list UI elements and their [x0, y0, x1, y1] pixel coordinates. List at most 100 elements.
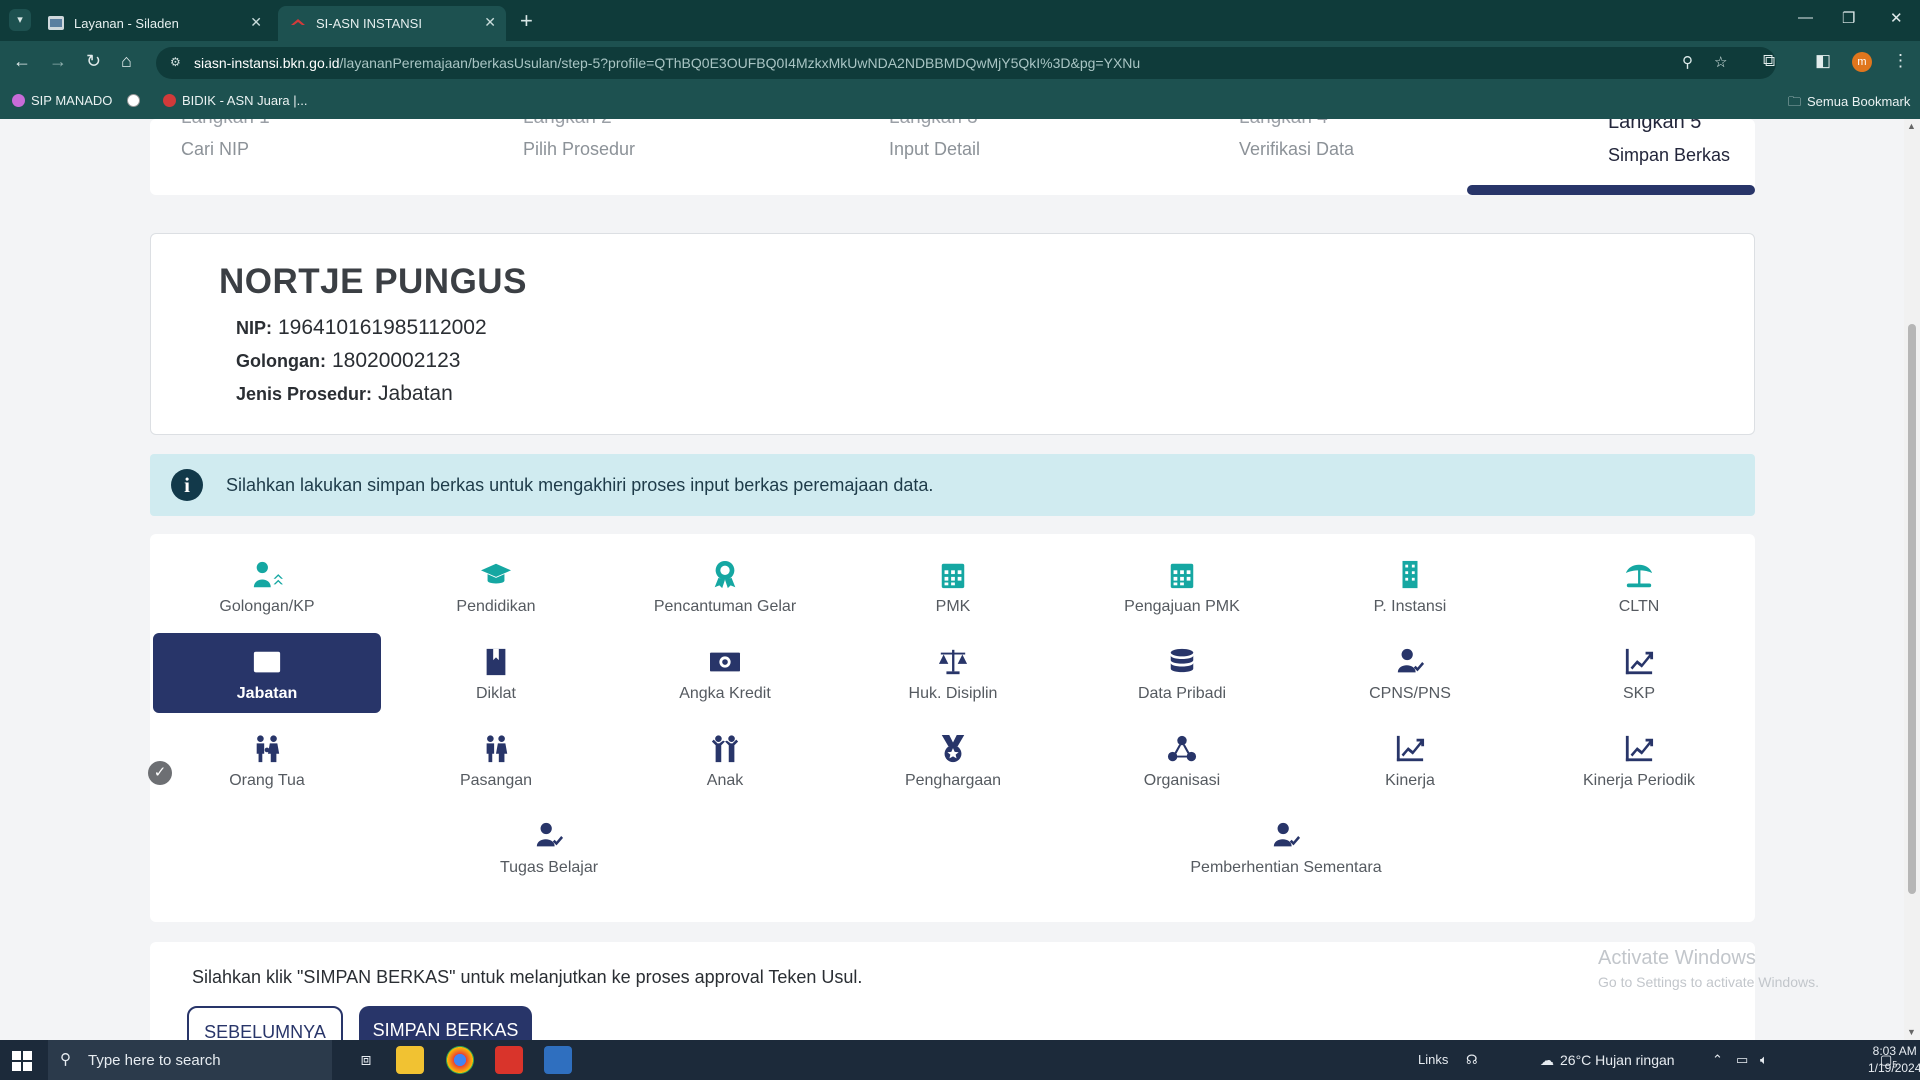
menu-kebab-icon[interactable]: ⋮: [1892, 51, 1909, 71]
new-tab-icon[interactable]: +: [520, 8, 533, 34]
category-pengajuan-pmk[interactable]: Pengajuan PMK: [1068, 546, 1296, 626]
people-icon[interactable]: ☊: [1466, 1052, 1478, 1068]
globe-bookmark-icon[interactable]: [127, 93, 146, 108]
medal-icon: [839, 734, 1067, 764]
category-pmk[interactable]: PMK: [839, 546, 1067, 626]
category-orang-tua[interactable]: Orang Tua: [153, 720, 381, 800]
category-label: Pemberhentian Sementara: [1190, 859, 1382, 876]
category-tugas-belajar[interactable]: Tugas Belajar: [435, 807, 663, 887]
cloud-icon: ☁: [1540, 1052, 1554, 1068]
tab-layanan-siladen[interactable]: Layanan - Siladen ✕: [36, 6, 272, 41]
profile-avatar[interactable]: m: [1852, 52, 1872, 72]
calendar-icon: [839, 560, 1067, 590]
category-label: Data Pribadi: [1137, 685, 1227, 702]
previous-button[interactable]: SEBELUMNYA: [187, 1006, 343, 1040]
network-icon[interactable]: ▭: [1736, 1052, 1748, 1068]
couple-icon: [382, 734, 610, 764]
prosedur-row: Jenis Prosedur: Jabatan: [236, 382, 453, 405]
all-bookmarks-folder[interactable]: 🗀 Semua Bookmark: [1788, 93, 1910, 115]
category-label: Kinerja: [1385, 772, 1435, 789]
tray-chevron-icon[interactable]: ⌃: [1712, 1052, 1723, 1068]
links-toolbar[interactable]: Links: [1418, 1052, 1448, 1067]
category-label: P. Instansi: [1373, 598, 1447, 615]
category-label: Organisasi: [1143, 772, 1221, 789]
close-tab-icon[interactable]: ✕: [484, 14, 496, 31]
forward-icon[interactable]: →: [49, 51, 67, 72]
category-label: Pengajuan PMK: [1124, 598, 1240, 615]
category-angka-kredit[interactable]: Angka Kredit: [611, 633, 839, 713]
category-label: Huk. Disiplin: [908, 685, 998, 702]
category-cpns-pns[interactable]: CPNS/PNS: [1296, 633, 1524, 713]
children-icon: [611, 734, 839, 764]
extensions-icon[interactable]: ⧉: [1763, 51, 1775, 71]
minimize-icon[interactable]: —: [1798, 9, 1813, 26]
category-label: Pencantuman Gelar: [653, 598, 797, 615]
category-label: Pasangan: [459, 772, 533, 789]
category-label: Angka Kredit: [679, 685, 771, 702]
category-diklat[interactable]: Diklat: [382, 633, 610, 713]
address-bar[interactable]: ⚙ siasn-instansi.bkn.go.id/layananPerema…: [156, 47, 1776, 79]
category-data-pribadi[interactable]: Data Pribadi: [1068, 633, 1296, 713]
category-pencantuman-gelar[interactable]: Pencantuman Gelar: [611, 546, 839, 626]
category-penghargaan[interactable]: Penghargaan: [839, 720, 1067, 800]
category-label: Diklat: [475, 685, 516, 702]
task-view-icon[interactable]: ⧈: [352, 1046, 380, 1074]
chrome-taskbar-icon[interactable]: [446, 1046, 474, 1074]
search-icon: ⚲: [60, 1051, 71, 1068]
zoom-icon[interactable]: ⚲: [1682, 53, 1693, 71]
bookmark-sip-manado[interactable]: SIP MANADO: [12, 93, 112, 108]
category-cltn[interactable]: CLTN: [1525, 546, 1753, 626]
scroll-down-icon[interactable]: ▼: [1907, 1027, 1916, 1037]
taskbar-search[interactable]: ⚲ Type here to search: [48, 1040, 332, 1080]
bookmark-star-icon[interactable]: ☆: [1714, 53, 1727, 71]
notification-icon[interactable]: ▢5: [1880, 1052, 1897, 1070]
reload-icon[interactable]: ↻: [86, 51, 101, 72]
category-organisasi[interactable]: Organisasi: [1068, 720, 1296, 800]
stepper: Langkah 1Cari NIP Langkah 2Pilih Prosedu…: [150, 119, 1755, 195]
user-check-icon: [1160, 821, 1412, 851]
sip-manado-icon: [12, 94, 25, 107]
bookmarks-bar: SIP MANADO BIDIK - ASN Juara |... 🗀 Semua…: [0, 85, 1920, 119]
close-tab-icon[interactable]: ✕: [250, 14, 262, 31]
category-golongan-kp[interactable]: Golongan/KP: [153, 546, 381, 626]
category-anak[interactable]: Anak: [611, 720, 839, 800]
category-kinerja-periodik[interactable]: Kinerja Periodik: [1525, 720, 1753, 800]
category-huk-disiplin[interactable]: Huk. Disiplin: [839, 633, 1067, 713]
info-alert: i Silahkan lakukan simpan berkas untuk m…: [150, 454, 1755, 516]
scrollbar-thumb[interactable]: [1908, 324, 1916, 894]
site-info-icon[interactable]: ⚙: [170, 55, 184, 69]
windows-taskbar: ⚲ Type here to search ⧈ Links ☊ ☁ 26°C Hu…: [0, 1040, 1920, 1080]
home-icon[interactable]: ⌂: [121, 51, 132, 72]
category-label: Golongan/KP: [219, 598, 315, 615]
nip-row: NIP: 196410161985112002: [236, 316, 487, 339]
windows-start-icon[interactable]: [12, 1051, 32, 1071]
user-check-icon: [1296, 647, 1524, 677]
category-jabatan[interactable]: Jabatan: [153, 633, 381, 713]
category-skp[interactable]: SKP: [1525, 633, 1753, 713]
page-scrollbar[interactable]: ▲ ▼: [1904, 119, 1920, 1040]
category-kinerja[interactable]: Kinerja: [1296, 720, 1524, 800]
book-icon: [382, 647, 610, 677]
category-pemberhentian-sementara[interactable]: Pemberhentian Sementara: [1160, 807, 1412, 887]
file-explorer-icon[interactable]: [396, 1046, 424, 1074]
calculator-icon[interactable]: [544, 1046, 572, 1074]
siasn-favicon-icon: [291, 19, 305, 25]
tab-siasn-instansi[interactable]: SI-ASN INSTANSI ✕: [278, 6, 506, 41]
red-app-icon[interactable]: [495, 1046, 523, 1074]
category-pendidikan[interactable]: Pendidikan: [382, 546, 610, 626]
weather-widget[interactable]: ☁ 26°C Hujan ringan: [1540, 1052, 1675, 1069]
profile-card: NORTJE PUNGUS NIP: 196410161985112002 Gol…: [150, 233, 1755, 435]
scroll-up-icon[interactable]: ▲: [1907, 121, 1916, 131]
back-icon[interactable]: ←: [13, 51, 31, 72]
category-pasangan[interactable]: Pasangan: [382, 720, 610, 800]
speaker-icon[interactable]: 🔈︎: [1760, 1052, 1768, 1068]
category-label: Jabatan: [236, 685, 298, 702]
bookmark-bidik[interactable]: BIDIK - ASN Juara |...: [163, 93, 307, 108]
restore-icon[interactable]: ❐: [1842, 9, 1855, 27]
category-p-instansi[interactable]: P. Instansi: [1296, 546, 1524, 626]
tab-list-dropdown-icon[interactable]: ▾: [9, 9, 31, 31]
side-panel-icon[interactable]: ◧: [1815, 51, 1831, 71]
tab-title: SI-ASN INSTANSI: [316, 16, 422, 31]
close-window-icon[interactable]: ✕: [1890, 9, 1903, 27]
save-berkas-button[interactable]: SIMPAN BERKAS: [359, 1006, 532, 1040]
